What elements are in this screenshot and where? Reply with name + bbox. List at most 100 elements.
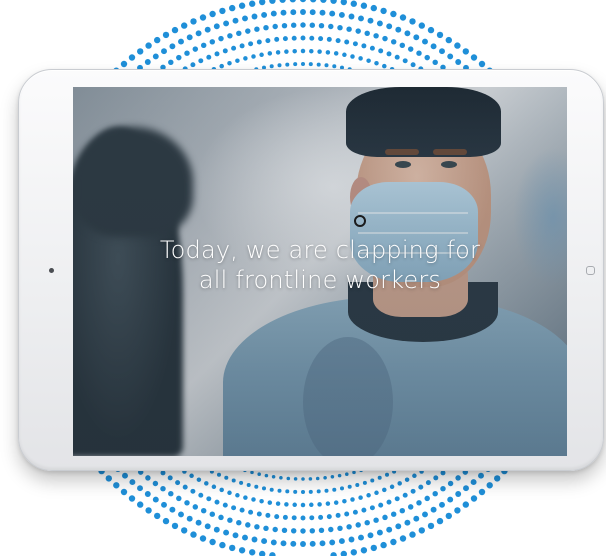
halo-dot bbox=[290, 540, 297, 547]
halo-dot bbox=[301, 477, 305, 481]
halo-dot bbox=[416, 500, 422, 506]
halo-dot bbox=[345, 472, 349, 476]
halo-dot bbox=[261, 486, 267, 491]
halo-dot bbox=[309, 528, 316, 534]
halo-dot bbox=[332, 64, 337, 69]
halo-dot bbox=[318, 36, 324, 42]
halo-dot bbox=[248, 509, 254, 515]
halo-dot bbox=[169, 43, 176, 50]
halo-dot bbox=[389, 484, 395, 490]
halo-dot bbox=[350, 0, 357, 7]
halo-dot bbox=[281, 527, 288, 534]
halo-dot bbox=[293, 489, 298, 494]
halo-dot bbox=[455, 59, 462, 65]
halo-dot bbox=[373, 517, 379, 523]
halo-dot bbox=[279, 0, 286, 3]
halo-dot bbox=[308, 477, 313, 481]
halo-dot bbox=[236, 519, 242, 526]
halo-dot bbox=[319, 540, 326, 547]
halo-dot bbox=[402, 58, 408, 64]
halo-dot bbox=[309, 540, 316, 547]
halo-dot bbox=[300, 541, 306, 547]
halo-dot bbox=[265, 512, 271, 518]
halo-dot bbox=[190, 18, 197, 25]
halo-dot bbox=[361, 43, 367, 49]
halo-dot bbox=[195, 30, 202, 37]
halo-dot bbox=[300, 22, 306, 28]
halo-dot bbox=[440, 485, 446, 492]
halo-dot bbox=[171, 522, 179, 530]
halo-dot bbox=[192, 46, 199, 52]
halo-dot bbox=[370, 478, 375, 483]
halo-dot bbox=[412, 473, 417, 479]
halo-dot bbox=[366, 493, 371, 498]
halo-dot bbox=[330, 475, 335, 479]
halo-dot bbox=[436, 31, 444, 39]
screen-caption: Today, we are clapping for all frontline… bbox=[73, 235, 567, 295]
halo-dot bbox=[309, 22, 316, 28]
halo-dot bbox=[251, 54, 256, 59]
halo-dot bbox=[366, 58, 371, 63]
halo-dot bbox=[326, 514, 332, 520]
halo-dot bbox=[318, 22, 325, 29]
halo-dot bbox=[184, 50, 190, 56]
halo-dot bbox=[376, 529, 383, 536]
halo-dot bbox=[342, 52, 347, 58]
halo-dot bbox=[340, 0, 347, 6]
halo-dot bbox=[254, 524, 260, 530]
halo-dot bbox=[478, 472, 484, 479]
halo-dot bbox=[309, 9, 316, 16]
halo-dot bbox=[300, 9, 306, 15]
halo-dot bbox=[316, 489, 321, 494]
halo-dot bbox=[380, 7, 387, 15]
halo-dot bbox=[360, 547, 368, 554]
halo-dot bbox=[145, 42, 152, 49]
halo-dot bbox=[300, 35, 306, 41]
halo-dot bbox=[216, 472, 222, 477]
halo-dot bbox=[413, 34, 420, 41]
halo-dot bbox=[330, 0, 337, 4]
halo-dot bbox=[416, 50, 422, 56]
halo-dot bbox=[213, 526, 220, 533]
halo-dot bbox=[171, 26, 179, 34]
halo-dot bbox=[239, 507, 245, 513]
halo-dot bbox=[128, 54, 136, 61]
halo-dot bbox=[338, 11, 345, 18]
halo-dot bbox=[317, 49, 322, 54]
halo-dot bbox=[344, 39, 350, 45]
halo-dot bbox=[259, 498, 264, 504]
halo-dot bbox=[204, 523, 211, 530]
front-camera-icon bbox=[49, 268, 54, 273]
halo-dot bbox=[209, 538, 216, 546]
halo-dot bbox=[259, 550, 266, 556]
halo-dot bbox=[267, 51, 273, 56]
halo-dot bbox=[309, 515, 315, 521]
halo-dot bbox=[335, 512, 341, 518]
halo-dot bbox=[270, 539, 277, 546]
halo-dot bbox=[399, 42, 406, 49]
halo-dot bbox=[209, 39, 216, 45]
halo-dot bbox=[300, 48, 306, 54]
halo-dot bbox=[209, 511, 216, 517]
halo-dot bbox=[223, 529, 230, 536]
halo-dot bbox=[445, 36, 452, 44]
halo-dot bbox=[261, 538, 268, 545]
halo-dot bbox=[271, 475, 276, 479]
halo-dot bbox=[152, 480, 159, 487]
halo-dot bbox=[399, 507, 406, 514]
halo-dot bbox=[224, 475, 229, 480]
halo-dot bbox=[281, 22, 288, 29]
halo-dot bbox=[380, 541, 387, 549]
halo-dot bbox=[161, 48, 167, 55]
halo-dot bbox=[390, 511, 397, 517]
halo-dot bbox=[397, 481, 402, 486]
halo-dot bbox=[256, 39, 262, 45]
halo-dot bbox=[144, 59, 151, 65]
halo-dot bbox=[277, 488, 282, 493]
halo-dot bbox=[348, 536, 355, 543]
halo-dot bbox=[239, 43, 245, 49]
halo-dot bbox=[440, 470, 446, 476]
halo-dot bbox=[251, 536, 258, 543]
halo-dot bbox=[427, 26, 435, 34]
halo-dot bbox=[222, 48, 228, 54]
